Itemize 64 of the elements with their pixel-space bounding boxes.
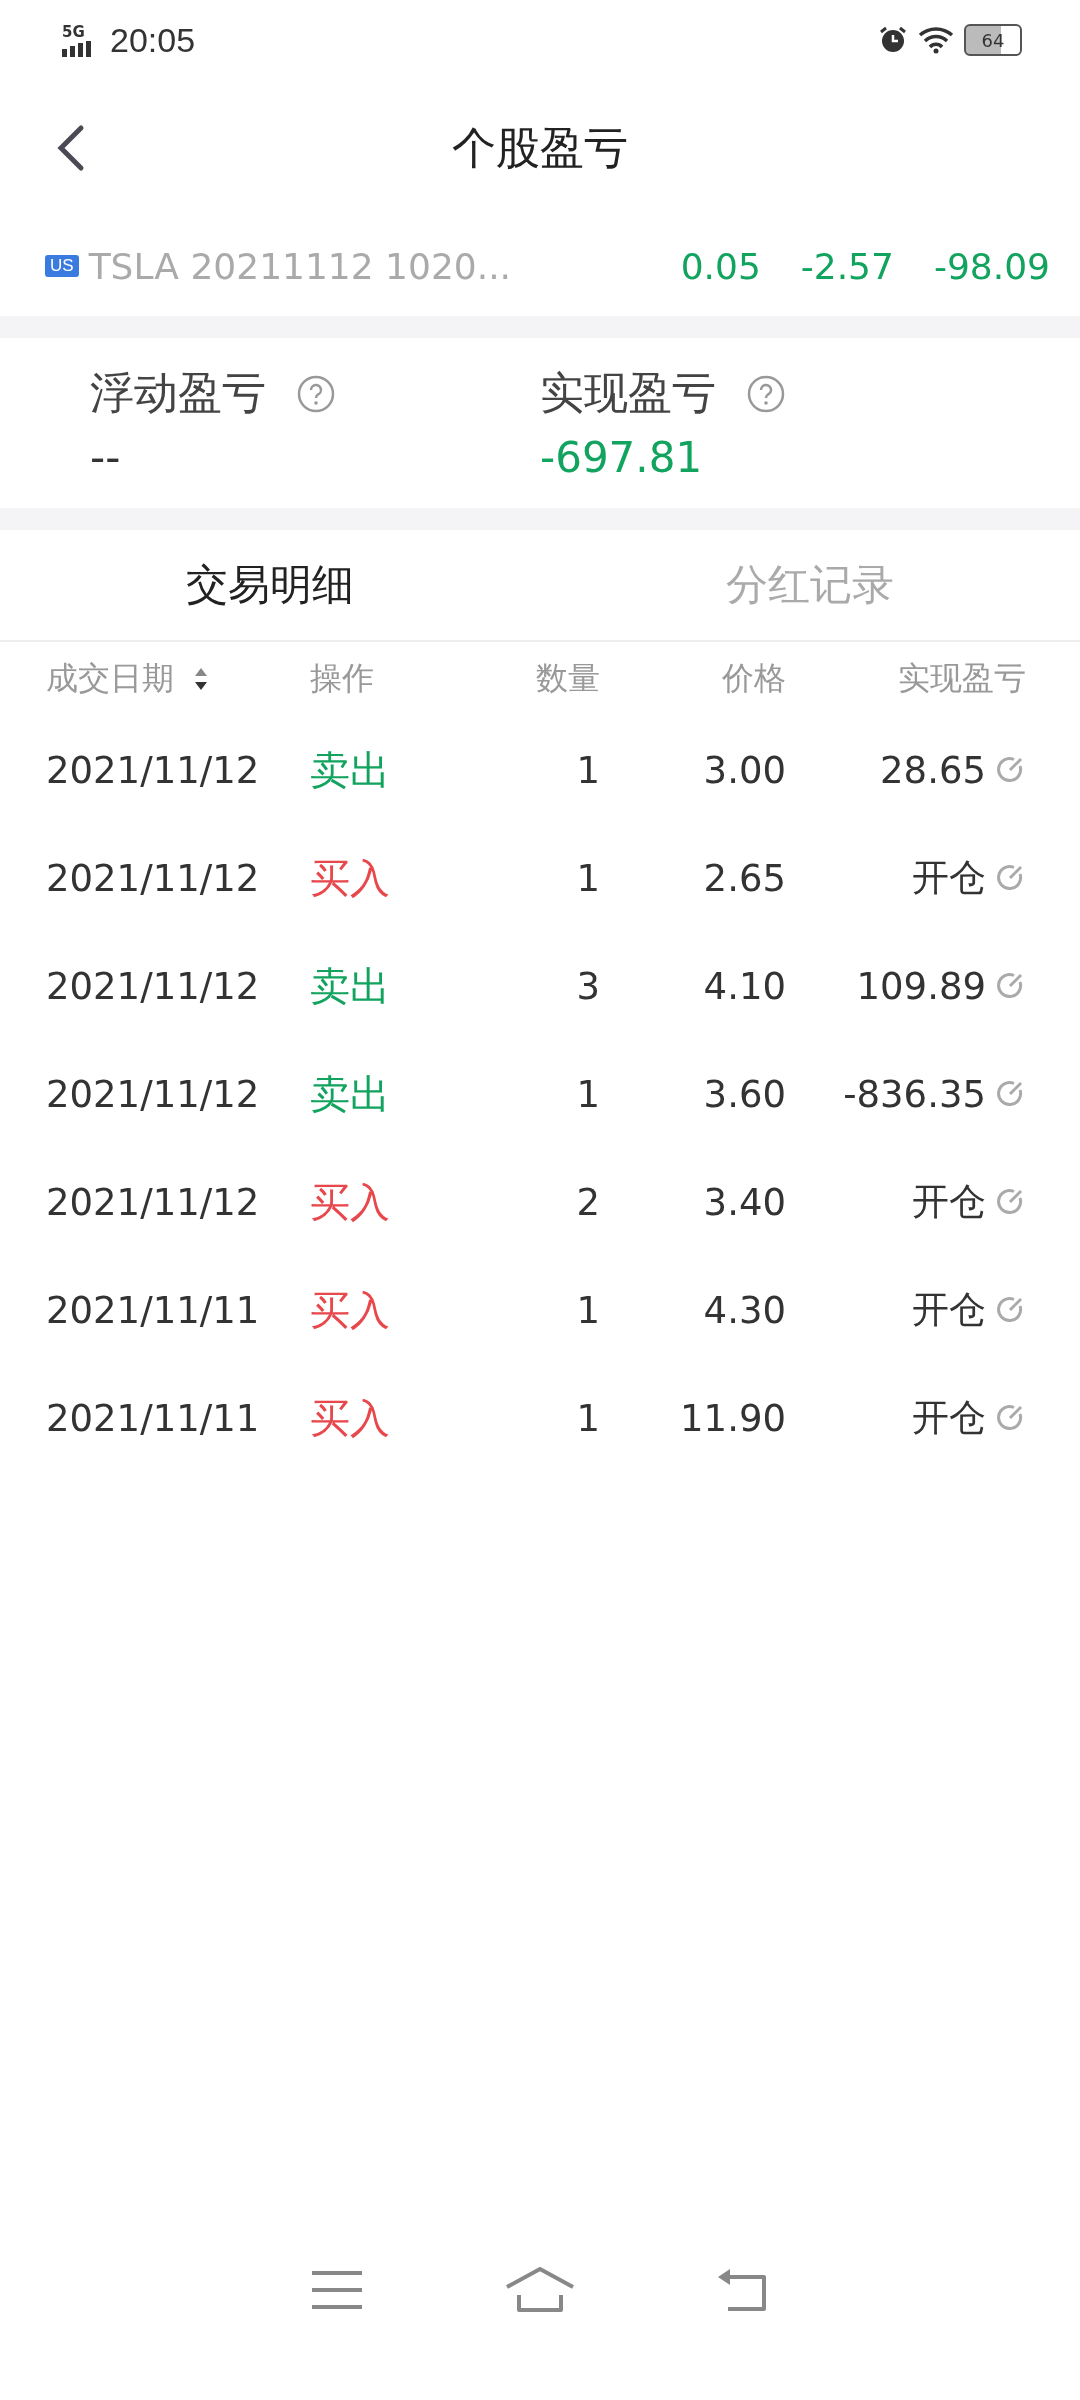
price-cell: 4.10 [703, 964, 786, 1008]
pnl-cell-text: 开仓 [912, 1287, 986, 1333]
market-tag: US [45, 255, 79, 277]
ticker-value: -2.57 [800, 245, 894, 287]
ticker-value: 0.05 [680, 245, 761, 287]
quantity-cell: 1 [576, 748, 600, 792]
price-cell: 4.30 [703, 1288, 786, 1332]
signal-icon [62, 40, 92, 57]
back-icon[interactable] [55, 124, 85, 172]
pnl-cell: 28.65 [880, 748, 986, 792]
home-icon[interactable] [504, 2267, 576, 2313]
contract-name: TSLA 20211112 1020... [88, 245, 512, 287]
summary-value: -- [90, 433, 122, 482]
quantity-cell: 1 [576, 1288, 600, 1332]
wifi-icon [918, 26, 954, 54]
pnl-cell-text: 开仓 [912, 855, 986, 901]
price-cell: 2.65 [703, 856, 786, 900]
action-cell: 卖出 [310, 1070, 390, 1117]
summary-label: 实现盈亏 [540, 366, 716, 420]
pnl-cell: 109.89 [856, 964, 986, 1008]
date-cell: 2021/11/11 [46, 1396, 260, 1440]
summary-value: -697.81 [540, 433, 704, 482]
action-cell: 卖出 [310, 962, 390, 1009]
action-cell: 买入 [310, 854, 390, 901]
date-cell: 2021/11/12 [46, 964, 260, 1008]
quantity-cell: 1 [576, 856, 600, 900]
pnl-cell-text: 开仓 [912, 1395, 986, 1441]
date-cell: 2021/11/12 [46, 1072, 260, 1116]
network-label: 5G [62, 23, 85, 40]
tab[interactable]: 交易明细 [0, 530, 540, 640]
column-header: 数量 [536, 658, 600, 699]
quantity-cell: 3 [576, 964, 600, 1008]
sort-icon[interactable] [194, 666, 208, 692]
ticker-value: -98.09 [933, 245, 1050, 287]
clock-time: 20:05 [110, 20, 196, 60]
pnl-cell-text: 开仓 [912, 1179, 986, 1225]
menu-icon[interactable] [310, 2269, 364, 2311]
date-cell: 2021/11/12 [46, 748, 260, 792]
help-icon[interactable] [746, 373, 786, 414]
help-icon[interactable] [296, 373, 336, 414]
column-header: 操作 [310, 659, 374, 697]
price-cell: 3.40 [703, 1180, 786, 1224]
page-title: 个股盈亏 [452, 120, 628, 175]
column-header[interactable]: 成交日期 [46, 657, 174, 701]
quantity-cell: 1 [576, 1396, 600, 1440]
action-cell: 买入 [310, 1394, 390, 1441]
action-cell: 买入 [310, 1178, 390, 1225]
action-cell: 卖出 [310, 746, 390, 793]
quantity-cell: 2 [576, 1180, 600, 1224]
date-cell: 2021/11/12 [46, 1180, 260, 1224]
tab[interactable]: 分红记录 [540, 530, 1080, 640]
action-cell: 买入 [310, 1286, 390, 1333]
price-cell: 3.00 [703, 748, 786, 792]
alarm-icon [878, 25, 908, 55]
column-header: 价格 [722, 658, 786, 699]
pnl-cell: -836.35 [843, 1072, 986, 1116]
battery-percent: 64 [981, 29, 1005, 51]
column-header: 实现盈亏 [898, 658, 1026, 699]
date-cell: 2021/11/11 [46, 1288, 260, 1332]
price-cell: 11.90 [680, 1396, 786, 1440]
summary-label: 浮动盈亏 [90, 366, 266, 420]
quantity-cell: 1 [576, 1072, 600, 1116]
price-cell: 3.60 [703, 1072, 786, 1116]
date-cell: 2021/11/12 [46, 856, 260, 900]
